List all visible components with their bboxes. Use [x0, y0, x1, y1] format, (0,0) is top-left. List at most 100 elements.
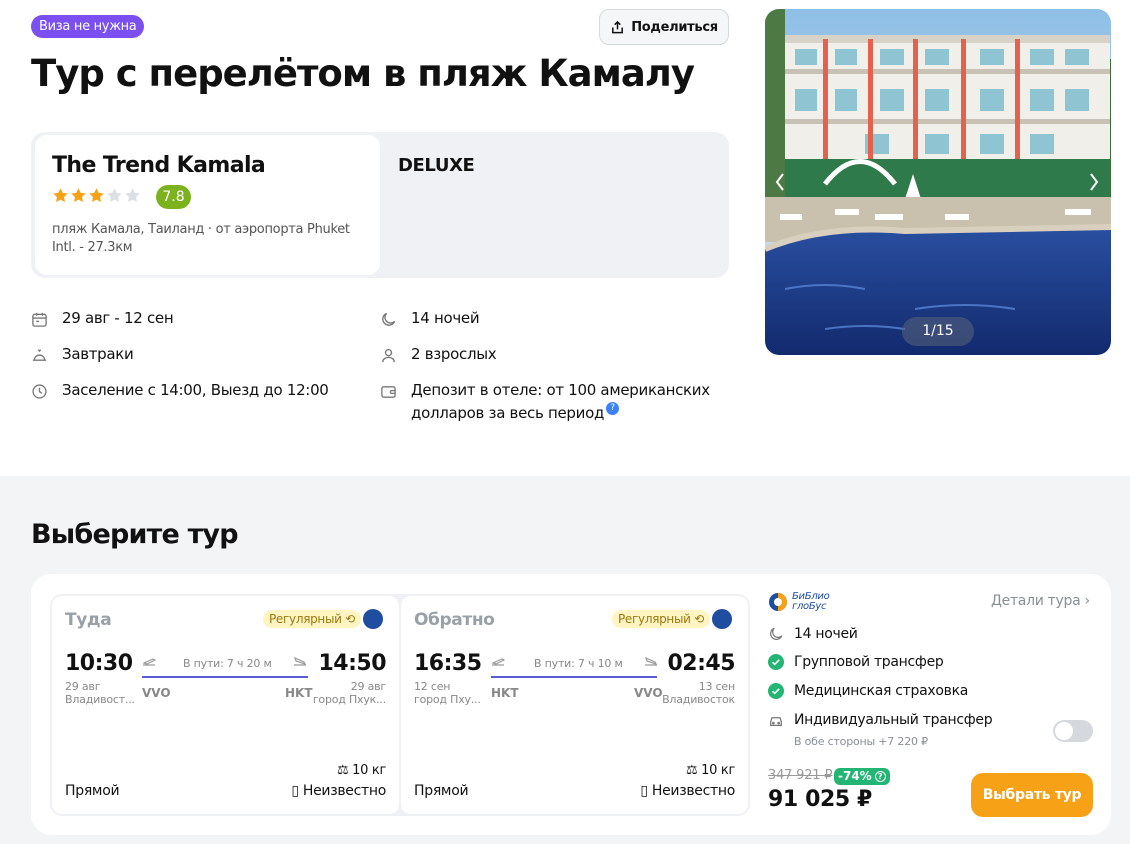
airline-logo — [363, 609, 383, 629]
arrival-city: город Пхук... — [312, 693, 386, 706]
baggage-info: ⚖ 10 кг — [336, 763, 386, 778]
bag-icon: ⚖ — [336, 763, 349, 778]
hotel-photo[interactable] — [765, 9, 1111, 355]
discount-badge[interactable]: -74%? — [834, 768, 890, 785]
luggage-info: ▯ Неизвестно — [291, 783, 386, 799]
flight-duration: В пути: 7 ч 20 м — [183, 657, 272, 670]
history-icon: ⟲ — [345, 612, 355, 626]
flight-duration: В пути: 7 ч 10 м — [534, 657, 623, 670]
operator-logo: БиБлио глоБус — [768, 592, 830, 612]
info-dates: 29 авг - 12 сен — [31, 307, 174, 330]
departure-time: 16:35 — [414, 651, 482, 676]
info-deposit: Депозит в отеле: от 100 американских дол… — [380, 379, 710, 425]
check-circle-icon — [768, 683, 784, 699]
departure-code: VVO — [142, 686, 171, 700]
hotel-location: пляж Камала, Таиланд · от аэропорта Phuk… — [52, 222, 350, 255]
clock-icon — [32, 384, 47, 399]
globe-logo-icon — [769, 593, 787, 611]
tour-details-link[interactable]: Детали тура › — [991, 593, 1090, 609]
arrival-date: 13 сен — [698, 680, 736, 693]
departure-code: HKT — [491, 686, 519, 700]
arrival-code: HKT — [285, 686, 313, 700]
calendar-icon — [32, 312, 47, 327]
arrival-time: 14:50 — [318, 651, 386, 676]
flight-direction: Туда — [65, 610, 112, 630]
landing-icon — [294, 657, 307, 666]
departure-city: Владивост... — [65, 693, 135, 706]
share-icon — [612, 20, 624, 33]
guests-text: 2 взрослых — [411, 345, 497, 363]
arrival-time: 02:45 — [667, 651, 735, 676]
info-icon: ? — [874, 771, 886, 782]
deposit-text: Депозит в отеле: от 100 американских дол… — [411, 381, 710, 422]
moon-icon — [382, 312, 396, 326]
option-nights-text: 14 ночей — [794, 626, 858, 642]
flight-return[interactable]: Обратно Регулярный ⟲ 16:35 12 сен город … — [401, 596, 748, 814]
group-transfer-text: Групповой трансфер — [794, 654, 944, 670]
star-filled-icon — [71, 188, 86, 202]
luggage-info: ▯ Неизвестно — [640, 783, 735, 799]
arrival-city: Владивосток — [662, 693, 735, 706]
checkin-text: Заселение с 14:00, Выезд до 12:00 — [62, 381, 329, 399]
car-icon — [770, 717, 782, 726]
visa-badge: Виза не нужна — [31, 15, 145, 38]
meal-text: Завтраки — [62, 345, 134, 363]
hotel-rating-badge: 7.8 — [156, 185, 191, 209]
history-icon: ⟲ — [694, 612, 704, 626]
person-icon — [382, 348, 395, 363]
chevron-right-icon: › — [1084, 593, 1091, 609]
baggage-info: ⚖ 10 кг — [685, 763, 735, 778]
flight-direction: Обратно — [414, 610, 495, 630]
star-filled-icon — [53, 188, 68, 202]
info-nights: 14 ночей — [380, 307, 480, 330]
takeoff-icon — [491, 658, 505, 666]
option-group-transfer: Групповой трансфер — [768, 654, 944, 670]
hotel-photo-image — [765, 9, 1111, 355]
individual-transfer-text: Индивидуальный трансфер — [794, 712, 993, 728]
option-individual-transfer: Индивидуальный трансфер — [768, 712, 993, 728]
departure-date: 29 авг — [65, 680, 101, 693]
hotel-name[interactable]: The Trend Kamala — [52, 153, 266, 178]
share-label: Поделиться — [631, 19, 718, 35]
share-button[interactable]: Поделиться — [599, 9, 729, 45]
section-title: Выберите тур — [31, 519, 239, 550]
info-guests: 2 взрослых — [380, 343, 497, 366]
gallery-next-button[interactable] — [1086, 172, 1102, 190]
individual-transfer-toggle[interactable] — [1053, 720, 1093, 742]
airline-logo — [712, 609, 732, 629]
departure-date: 12 сен — [414, 680, 451, 693]
regular-badge: Регулярный ⟲ — [612, 610, 710, 628]
gallery-prev-button[interactable] — [772, 172, 788, 190]
room-type: DELUXE — [398, 155, 475, 176]
bag-icon: ⚖ — [685, 763, 698, 778]
departure-time: 10:30 — [65, 651, 133, 676]
info-meal: Завтраки — [31, 343, 134, 366]
star-empty-icon — [125, 188, 140, 202]
flight-outbound[interactable]: Туда Регулярный ⟲ 10:30 29 авг Владивост… — [52, 596, 399, 814]
takeoff-icon — [142, 658, 156, 666]
info-checkin: Заселение с 14:00, Выезд до 12:00 — [31, 379, 329, 402]
help-icon[interactable]: ? — [606, 402, 620, 415]
departure-city: город Пху... — [414, 693, 481, 706]
star-filled-icon — [89, 188, 104, 202]
gallery-counter: 1/15 — [902, 317, 974, 346]
regular-badge: Регулярный ⟲ — [263, 610, 361, 628]
suitcase-icon: ▯ — [640, 783, 648, 799]
nights-text: 14 ночей — [411, 309, 480, 327]
suitcase-icon: ▯ — [291, 783, 299, 799]
individual-transfer-subtext: В обе стороны +7 220 ₽ — [794, 735, 928, 748]
page-title: Тур с перелётом в пляж Камалу — [31, 52, 695, 95]
flight-type: Прямой — [65, 783, 120, 799]
price: 91 025 ₽ — [768, 787, 872, 812]
flight-type: Прямой — [414, 783, 469, 799]
option-insurance: Медицинская страховка — [768, 683, 968, 699]
arrival-code: VVO — [634, 686, 663, 700]
wallet-icon — [381, 386, 396, 398]
option-nights: 14 ночей — [768, 626, 858, 642]
choose-tour-button[interactable]: Выбрать тур — [971, 773, 1093, 817]
arrival-date: 29 авг — [350, 680, 386, 693]
old-price: 347 921 ₽ — [768, 768, 833, 783]
moon-icon — [770, 627, 783, 640]
operator-name-2: глоБус — [792, 601, 827, 612]
star-empty-icon — [107, 188, 122, 202]
